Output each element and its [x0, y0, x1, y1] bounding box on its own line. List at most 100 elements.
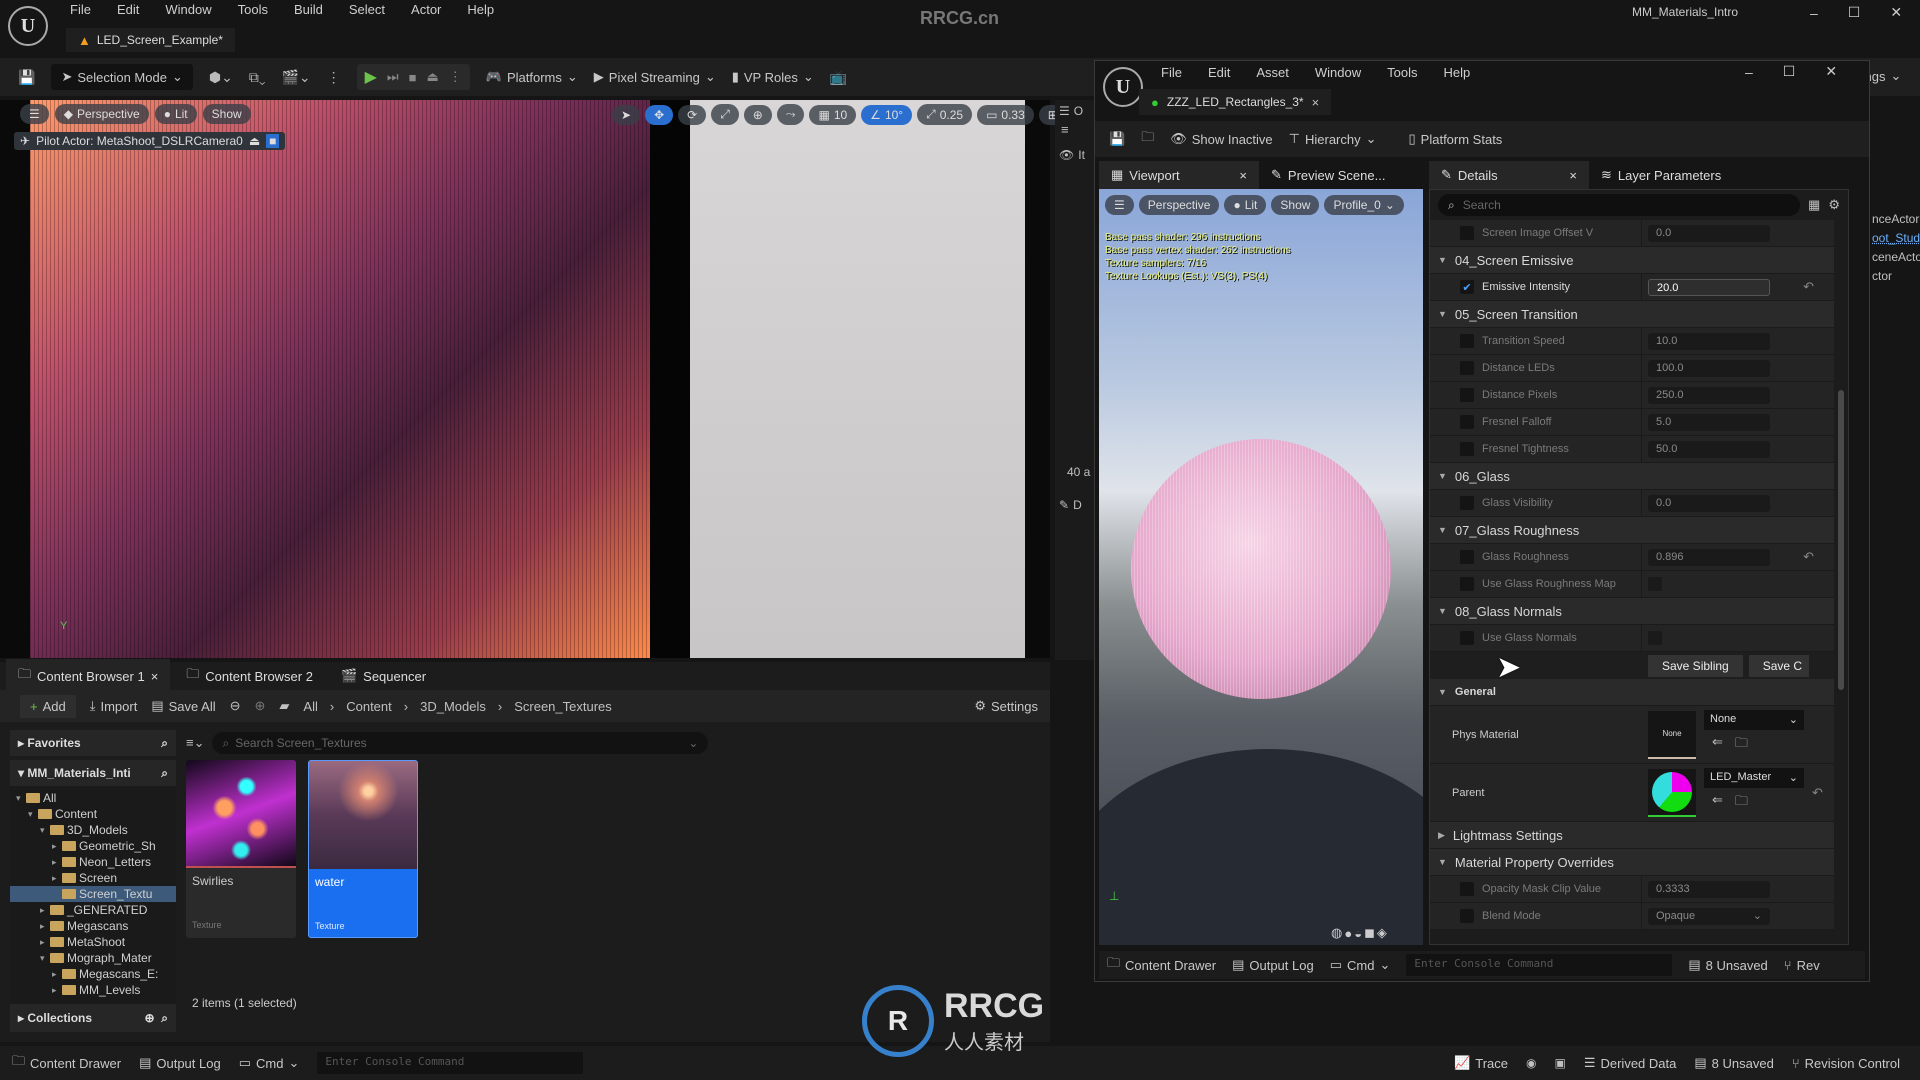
- table-view-icon[interactable]: ▦: [1808, 197, 1820, 213]
- chevron-right-icon[interactable]: ▸: [52, 841, 62, 852]
- world-space-icon[interactable]: ⊕: [743, 104, 772, 125]
- blueprint-icon[interactable]: ⧉⌄: [249, 70, 266, 84]
- save-icon[interactable]: 💾: [18, 70, 35, 84]
- search-icon[interactable]: ⌕: [161, 766, 168, 781]
- override-checkbox[interactable]: [1460, 388, 1474, 402]
- folder-tree-item[interactable]: ▸ Megascans: [10, 918, 176, 934]
- menu-edit[interactable]: Edit: [1208, 65, 1230, 80]
- chevron-down-icon[interactable]: ▾: [40, 825, 50, 836]
- override-checkbox[interactable]: [1460, 882, 1474, 896]
- material-asset-tab[interactable]: ● ZZZ_LED_Rectangles_3* ×: [1139, 89, 1332, 115]
- level-tab[interactable]: ▲ LED_Screen_Example*: [66, 28, 235, 52]
- asset-tile-water[interactable]: water Texture: [308, 760, 418, 938]
- add-collection-icon[interactable]: ⊕: [145, 1011, 155, 1025]
- level-viewport[interactable]: ☰ ◆ Perspective ● Lit Show ➤ ✥ ⟳ ⤢ ⊕ ⤳ ▦ 10…: [0, 100, 1067, 658]
- use-selected-icon[interactable]: ⇐: [1712, 734, 1723, 756]
- property-value-field[interactable]: 100.0: [1648, 359, 1770, 377]
- browse-asset-icon[interactable]: 🗀: [1735, 734, 1748, 756]
- menu-actor[interactable]: Actor: [411, 2, 441, 17]
- folder-tree-item[interactable]: ▾ Mograph_Mater: [10, 950, 176, 966]
- favorites-header[interactable]: ▸ Favorites ⌕: [10, 730, 176, 756]
- asset-picker-dropdown[interactable]: None ⌄: [1704, 709, 1804, 730]
- cmd-dropdown[interactable]: ▭ Cmd ⌄: [1330, 957, 1391, 973]
- category-header[interactable]: ▼ 04_Screen Emissive: [1430, 247, 1834, 274]
- rotate-tool-icon[interactable]: ⟳: [678, 104, 707, 125]
- save-icon[interactable]: 💾: [1109, 131, 1125, 147]
- camera-speed-button[interactable]: ▭ 0.33: [977, 104, 1034, 125]
- scale-snap-button[interactable]: ⤢ 0.25: [917, 104, 973, 125]
- breadcrumb-item[interactable]: Screen_Textures: [514, 699, 612, 714]
- override-checkbox[interactable]: [1460, 550, 1474, 564]
- folder-tree-item[interactable]: ▸ Geometric_Sh: [10, 838, 176, 854]
- details-tab-partial[interactable]: D: [1073, 498, 1082, 512]
- folder-tree-item[interactable]: ▸ Screen: [10, 870, 176, 886]
- stop-icon[interactable]: ■: [409, 70, 417, 85]
- category-header[interactable]: ▼ 06_Glass: [1430, 463, 1834, 490]
- selection-mode-dropdown[interactable]: ➤ Selection Mode ⌄: [51, 64, 193, 90]
- category-header[interactable]: ▼ 07_Glass Roughness: [1430, 517, 1834, 544]
- cube-icon[interactable]: ◼: [1364, 925, 1375, 941]
- breadcrumb-item[interactable]: Content: [346, 699, 392, 714]
- reset-to-default-icon[interactable]: ↶: [1803, 279, 1814, 295]
- browse-icon[interactable]: 🗀: [1141, 128, 1154, 150]
- folder-tree-item[interactable]: ▸ Neon_Letters: [10, 854, 176, 870]
- bool-checkbox[interactable]: [1648, 577, 1662, 591]
- maximize-icon[interactable]: ☐: [1783, 63, 1796, 80]
- filter-icon[interactable]: ≡⌄: [186, 735, 204, 751]
- bool-checkbox[interactable]: [1648, 631, 1662, 645]
- collections-header[interactable]: ▸ Collections ⊕ ⌕: [10, 1004, 176, 1032]
- tab-viewport[interactable]: ▦ Viewport ×: [1099, 161, 1259, 189]
- platform-stats-button[interactable]: ▯ Platform Stats: [1409, 131, 1503, 147]
- viewport-menu-button[interactable]: ☰: [1105, 195, 1134, 215]
- property-value-field[interactable]: 5.0: [1648, 413, 1770, 431]
- chevron-right-icon[interactable]: ▸: [52, 857, 62, 868]
- screenshot-icon[interactable]: ▣: [1554, 1056, 1565, 1070]
- category-header[interactable]: ▼ General: [1430, 679, 1834, 706]
- eject-icon[interactable]: ⏏: [426, 69, 438, 85]
- override-checkbox[interactable]: [1460, 334, 1474, 348]
- show-inactive-button[interactable]: 👁 Show Inactive: [1170, 131, 1272, 147]
- search-icon[interactable]: ⌕: [161, 1011, 168, 1026]
- save-child-button[interactable]: Save C: [1748, 654, 1809, 677]
- browse-asset-icon[interactable]: 🗀: [1735, 792, 1748, 814]
- cmd-dropdown[interactable]: ▭ Cmd ⌄: [239, 1055, 300, 1071]
- tab-preview-scene[interactable]: ✎ Preview Scene...: [1259, 161, 1429, 189]
- project-root-header[interactable]: ▾ MM_Materials_Inti ⌕: [10, 760, 176, 786]
- chevron-right-icon[interactable]: ▸: [52, 873, 62, 884]
- viewport-menu-button[interactable]: ☰: [20, 104, 49, 124]
- property-value-field[interactable]: 50.0: [1648, 440, 1770, 458]
- folder-tree-item[interactable]: ▸ _GENERATED: [10, 902, 176, 918]
- asset-picker-dropdown[interactable]: LED_Master ⌄: [1704, 767, 1804, 788]
- platforms-button[interactable]: 🎮 Platforms ⌄: [486, 69, 578, 85]
- step-icon[interactable]: ⏭: [387, 69, 399, 85]
- details-scrollbar[interactable]: [1838, 390, 1844, 690]
- chevron-down-icon[interactable]: ▾: [16, 793, 26, 804]
- mesh-icon[interactable]: ◈: [1377, 925, 1387, 941]
- outliner-tab[interactable]: O: [1074, 104, 1083, 118]
- breadcrumb-item[interactable]: 3D_Models: [420, 699, 486, 714]
- maximize-icon[interactable]: ☐: [1848, 4, 1861, 21]
- folder-tree-item[interactable]: ▸ MM_Levels: [10, 982, 176, 998]
- chevron-right-icon[interactable]: ▸: [52, 969, 62, 980]
- content-drawer-button[interactable]: 🗀 Content Drawer: [1107, 954, 1216, 976]
- asset-search-input[interactable]: ⌕ Search Screen_Textures ⌄: [212, 732, 709, 754]
- close-tab-icon[interactable]: ×: [1569, 168, 1577, 183]
- reset-to-default-icon[interactable]: ↶: [1803, 549, 1814, 565]
- asset-thumbnail[interactable]: None: [1648, 710, 1696, 759]
- outliner-item[interactable]: nceActor: [1872, 210, 1920, 229]
- console-input[interactable]: Enter Console Command: [317, 1052, 584, 1074]
- override-checkbox[interactable]: [1460, 909, 1474, 923]
- sphere-icon[interactable]: ●: [1344, 926, 1352, 941]
- filter-icon[interactable]: ≡: [1055, 122, 1097, 144]
- tab-content-browser-1[interactable]: 🗀 Content Browser 1 ×: [6, 659, 171, 693]
- details-search-input[interactable]: ⌕ Search: [1438, 194, 1801, 216]
- record-icon[interactable]: ◉: [1526, 1056, 1536, 1070]
- trace-button[interactable]: 📈 Trace: [1454, 1055, 1508, 1071]
- material-preview-viewport[interactable]: ☰ Perspective ● Lit Show Profile_0 ⌄ Base …: [1099, 189, 1423, 945]
- pixel-streaming-button[interactable]: ▶ Pixel Streaming ⌄: [594, 69, 716, 85]
- chevron-right-icon[interactable]: ▸: [52, 985, 62, 996]
- close-icon[interactable]: ✕: [1890, 4, 1902, 21]
- menu-file[interactable]: File: [70, 2, 91, 17]
- tab-content-browser-2[interactable]: 🗀 Content Browser 2: [174, 659, 325, 693]
- reset-to-default-icon[interactable]: ↶: [1812, 785, 1823, 801]
